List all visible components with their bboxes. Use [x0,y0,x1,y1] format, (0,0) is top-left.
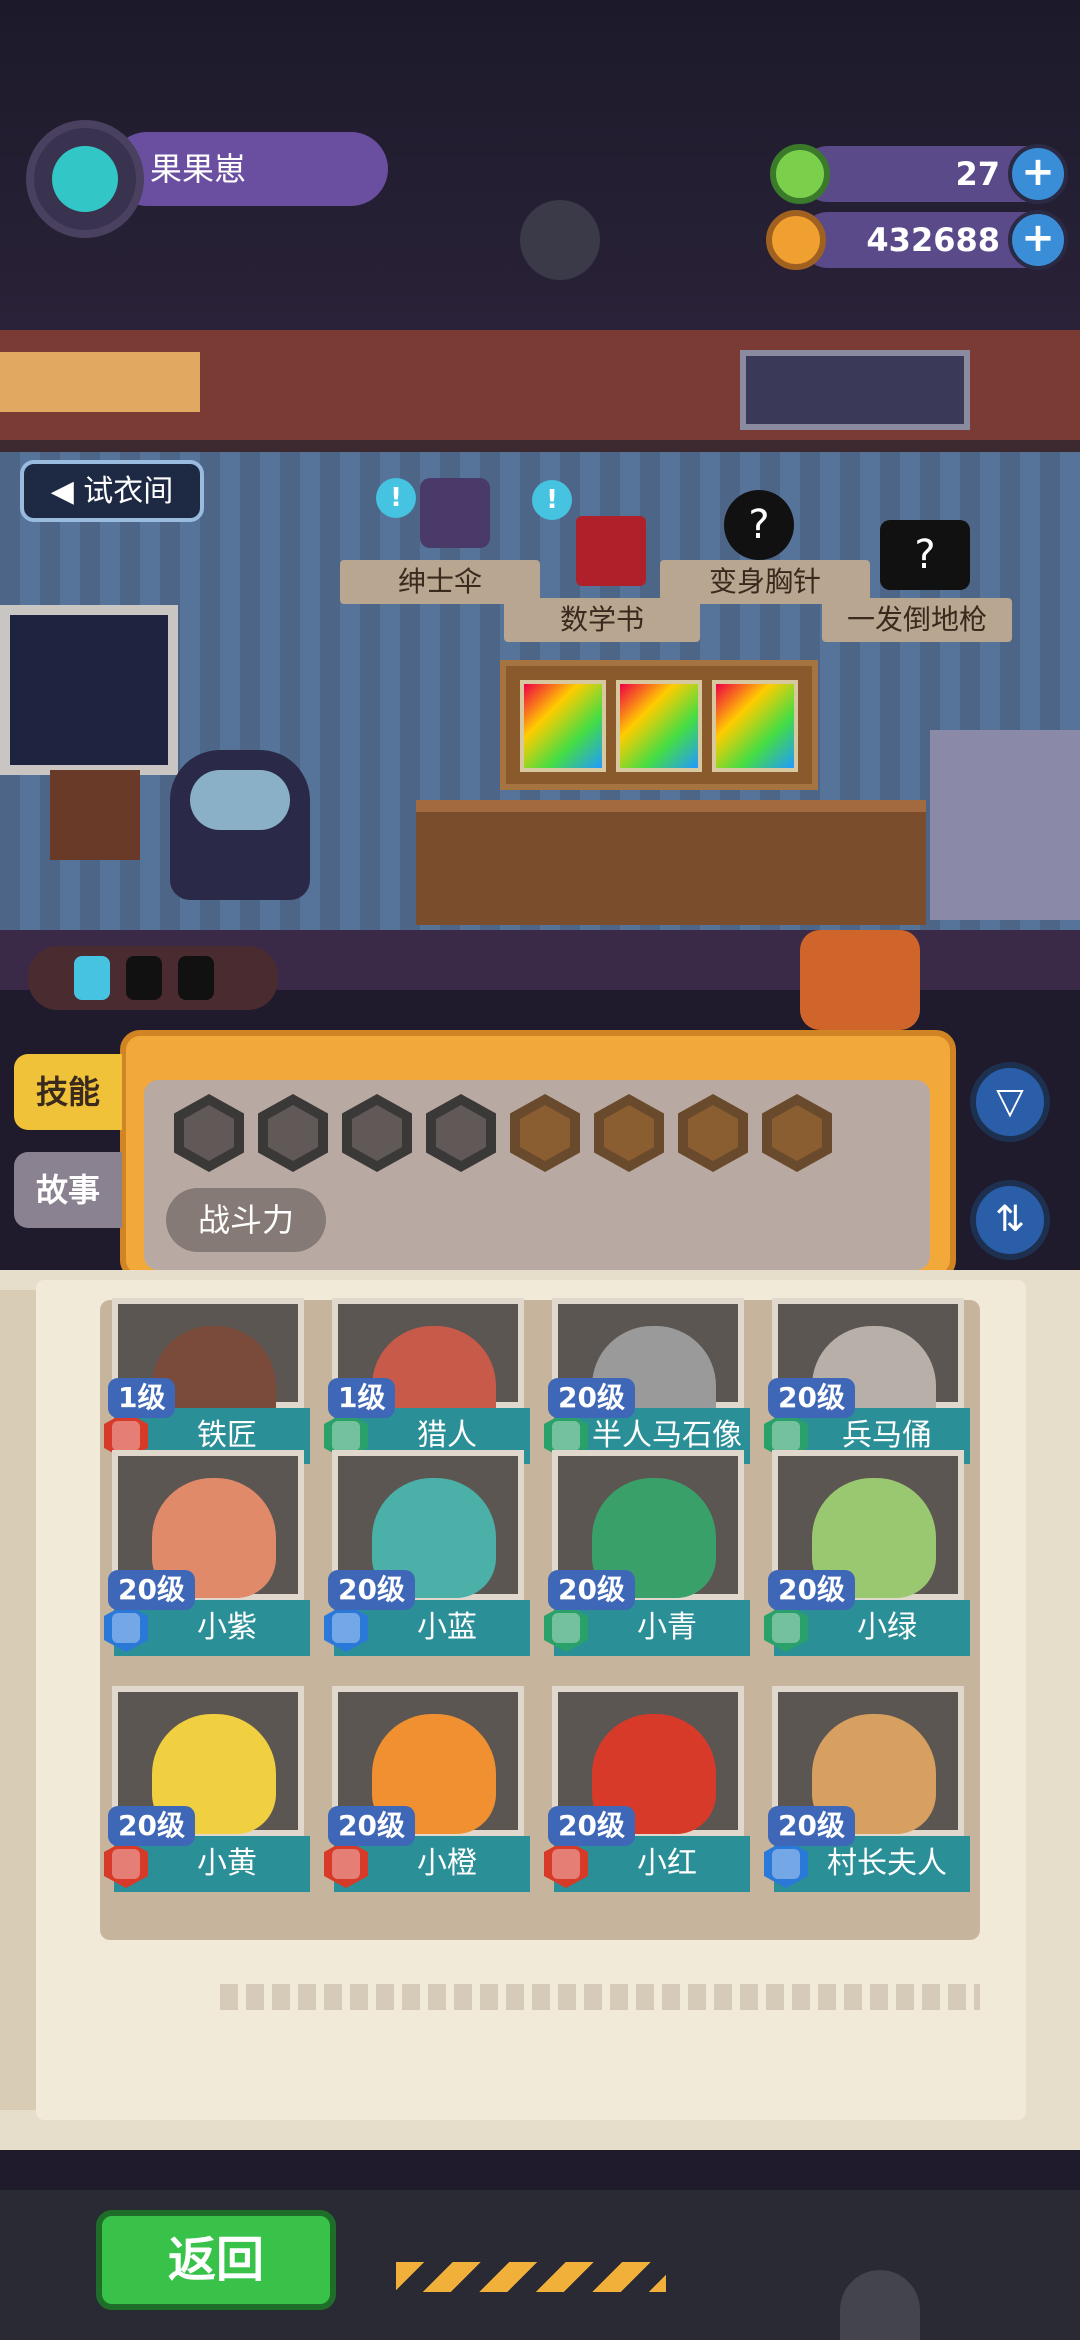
face-trait-icon[interactable] [594,1094,664,1172]
sort-icon[interactable]: ⇅ [970,1180,1050,1260]
avatar[interactable] [26,120,144,238]
cat-avatar-icon [52,146,118,212]
character-card[interactable]: 小橙 20级 [324,1686,532,1896]
character-card[interactable]: 小紫 20级 [104,1450,312,1660]
level-badge: 20级 [768,1570,855,1610]
character-sprite[interactable] [160,720,320,930]
level-badge: 20级 [328,1570,415,1610]
locked-card-slot[interactable] [712,680,798,772]
item-label-gun: 一发倒地枪 [822,598,1012,642]
notify-bubble: ! [532,480,572,520]
level-badge: 1级 [328,1378,396,1418]
window [0,605,178,775]
level-badge: 20级 [548,1378,635,1418]
funnel-icon[interactable]: ▽ [970,1062,1050,1142]
add-donut-button[interactable]: + [1008,144,1068,204]
notify-bubble: ! [376,478,416,518]
level-badge: 20级 [108,1570,195,1610]
filter-panel-inner: 战斗力 [144,1080,930,1270]
ghost-panel [740,350,970,430]
mystery-icon[interactable]: ? [724,490,794,560]
shield-class-icon[interactable] [342,1094,412,1172]
coin-icon [766,210,826,270]
potion-shelf [930,730,1080,920]
gear-icon [840,2270,920,2340]
horse-trait-icon[interactable] [510,1094,580,1172]
plant-pot [50,770,140,860]
page-text-blurred [220,1984,980,2010]
filter-panel: 战斗力 [120,1030,956,1280]
level-badge: 20级 [548,1570,635,1610]
wardrobe-button[interactable] [800,930,920,1030]
back-button[interactable]: 返回 [96,2210,336,2310]
character-card[interactable]: 小绿 20级 [764,1450,972,1660]
character-card[interactable]: 小青 20级 [544,1450,752,1660]
level-badge: 20级 [548,1806,635,1846]
energy-empty-icon [126,956,162,1000]
tab-skill[interactable]: 技能 [14,1054,122,1130]
character-card[interactable]: 半人马石像 20级 [544,1258,752,1468]
heart-class-icon[interactable] [174,1094,244,1172]
muscle-trait-icon[interactable] [678,1094,748,1172]
level-badge: 20级 [768,1806,855,1846]
energy-bar [28,946,278,1010]
item-label-book: 数学书 [504,598,700,642]
locked-card-slot[interactable] [616,680,702,772]
brain-trait-icon[interactable] [762,1094,832,1172]
level-badge: 20级 [768,1378,855,1418]
energy-empty-icon [178,956,214,1000]
sort-combat-power[interactable]: 战斗力 [166,1188,326,1252]
hazard-stripe [396,2262,666,2292]
desk [416,800,926,925]
locked-card-slot[interactable] [520,680,606,772]
character-card[interactable]: 小红 20级 [544,1686,752,1896]
fitting-room-button[interactable]: ◀ 试衣间 [20,460,204,522]
fan-icon [520,200,600,280]
character-card[interactable]: 兵马俑 20级 [764,1258,972,1468]
umbrella-icon[interactable] [420,478,490,548]
character-card[interactable]: 猎人 1级 [324,1258,532,1468]
level-badge: 20级 [328,1806,415,1846]
level-badge: 1级 [108,1378,176,1418]
mystery-gun-icon[interactable]: ? [880,520,970,590]
player-name: 果果崽 [110,132,388,206]
back-arrow-icon: ◀ [50,474,84,509]
level-badge: 20级 [108,1806,195,1846]
fitting-room-label: 试衣间 [83,474,174,509]
character-card[interactable]: 小蓝 20级 [324,1450,532,1660]
character-card[interactable]: 小黄 20级 [104,1686,312,1896]
add-coin-button[interactable]: + [1008,210,1068,270]
character-card[interactable]: 铁匠 1级 [104,1258,312,1468]
tab-story[interactable]: 故事 [14,1152,122,1228]
card-frame [500,660,818,790]
book-icon[interactable] [576,516,646,586]
energy-icon [74,956,110,1000]
donut-icon [770,144,830,204]
vent-panel [0,352,200,412]
sword-class-icon[interactable] [258,1094,328,1172]
anchor-class-icon[interactable] [426,1094,496,1172]
character-card[interactable]: 村长夫人 20级 [764,1686,972,1896]
